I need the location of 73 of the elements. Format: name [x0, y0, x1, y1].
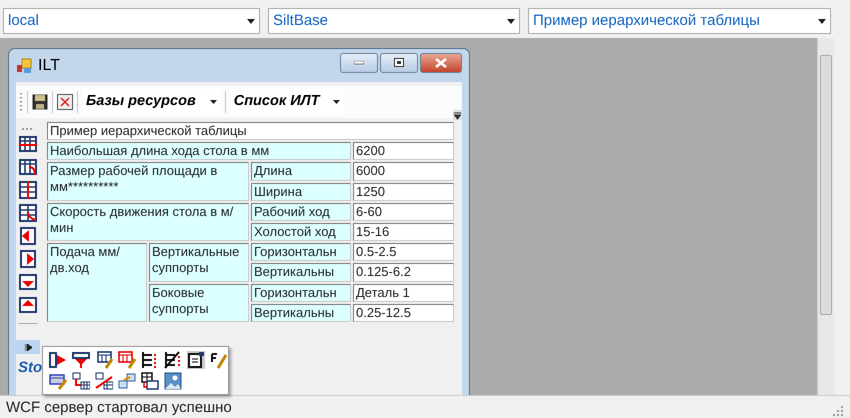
toolbar-expand-button[interactable] [16, 340, 40, 354]
table-cell: Размер рабочей площади в мм********** [47, 162, 249, 201]
minimize-icon[interactable] [354, 60, 364, 64]
minimize-button[interactable] [340, 52, 378, 72]
dropdown[interactable]: Пример иерархической таблицы [528, 8, 831, 34]
grip-icon[interactable] [20, 92, 23, 112]
link-icon[interactable] [118, 372, 136, 390]
table-cell: 6000 [353, 162, 454, 181]
caret-icon[interactable] [507, 18, 515, 24]
table-cell: 0.25-12.5 [353, 304, 454, 322]
tree-icon[interactable] [164, 351, 182, 369]
overflow-icon[interactable] [453, 110, 462, 120]
table-icon[interactable] [19, 158, 37, 176]
table-cell: Вертикальны [251, 304, 351, 322]
table-cell: Деталь 1 [353, 284, 454, 302]
table-cell: Длина [251, 162, 351, 181]
dropdown[interactable]: Базы ресурсов [82, 89, 221, 115]
table-pencil-icon[interactable] [49, 372, 67, 390]
table-icon[interactable] [19, 181, 37, 199]
expand-icon[interactable] [24, 344, 32, 350]
table-cell: Холостой ход [251, 222, 351, 242]
tab[interactable]: Sto [18, 359, 42, 376]
table-cell: 6200 [353, 142, 454, 160]
table-icon[interactable] [72, 372, 90, 390]
maximize-button[interactable] [380, 52, 418, 72]
table-icon[interactable] [19, 135, 37, 153]
table-cell: 6-60 [353, 202, 454, 221]
table-cell: Скорость движения стола в м/мин [47, 202, 249, 242]
window-title: ILT [38, 56, 60, 76]
table-cell: Вертикальны [251, 263, 351, 282]
table-cell: Горизонтальн [251, 243, 351, 262]
clipboard-icon[interactable] [187, 351, 205, 369]
table-cell: Рабочий ход [251, 202, 351, 221]
table-icon[interactable] [19, 204, 37, 222]
table-icon[interactable] [141, 372, 159, 390]
table-cell: Вертикальные суппорты [149, 243, 249, 282]
dropdown[interactable]: Список ИЛТ [230, 89, 344, 115]
image-icon[interactable] [164, 372, 182, 390]
status-text: WCF сервер стартовал успешно [6, 398, 232, 417]
arrow-left-icon[interactable] [19, 227, 37, 245]
maximize-icon[interactable] [394, 58, 404, 67]
caret-icon[interactable] [247, 18, 255, 24]
table-cell: Ширина [251, 182, 351, 201]
dropdown[interactable]: local [3, 8, 260, 34]
app-icon[interactable] [16, 58, 32, 74]
table-cell: Наибольшая длина хода стола в мм [47, 142, 351, 160]
cancel-icon[interactable] [57, 94, 73, 110]
table-cell: 15-16 [353, 222, 454, 242]
resize-grip-icon[interactable] [832, 405, 844, 417]
scrollbar[interactable] [817, 38, 834, 395]
table-cell: Подача мм/дв.ход [47, 243, 147, 322]
table-cell: 1250 [353, 182, 454, 201]
arrow-right-icon[interactable] [19, 250, 37, 268]
table-cell: Боковые суппорты [149, 284, 249, 322]
dropdown[interactable]: SiltBase [268, 8, 520, 34]
save-icon[interactable] [32, 94, 48, 110]
funnel-icon[interactable] [72, 351, 90, 369]
arrow-down-icon[interactable] [19, 273, 37, 291]
close-icon[interactable] [435, 58, 447, 68]
tree-icon[interactable] [141, 351, 159, 369]
table-pencil-icon[interactable] [95, 351, 113, 369]
table-cell: 0.5-2.5 [353, 243, 454, 262]
table-title: Пример иерархической таблицы [47, 122, 454, 140]
caret-icon[interactable] [333, 100, 340, 104]
arrow-right-icon[interactable] [49, 351, 67, 369]
table-cell: 0.125-6.2 [353, 263, 454, 282]
pencil-icon[interactable] [210, 351, 228, 369]
table-cell: Горизонтальн [251, 284, 351, 302]
caret-icon[interactable] [210, 100, 217, 104]
table-icon[interactable] [95, 372, 113, 390]
close-button[interactable] [420, 52, 462, 72]
caret-icon[interactable] [818, 18, 826, 24]
arrow-up-icon[interactable] [19, 296, 37, 314]
